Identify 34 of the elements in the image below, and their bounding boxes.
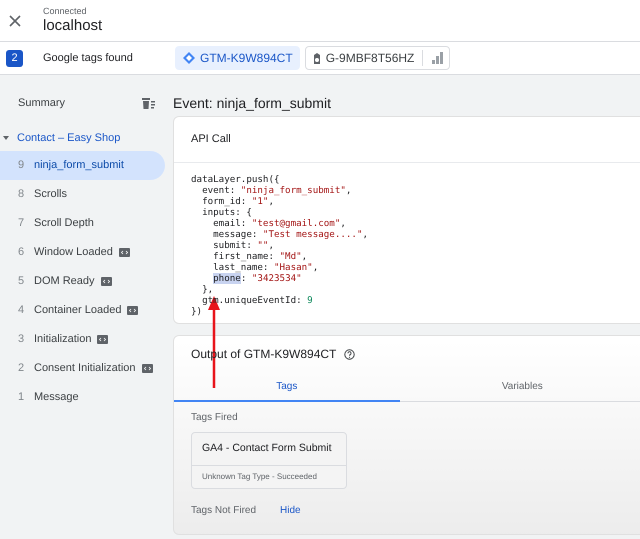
summary-link[interactable]: Summary bbox=[18, 94, 66, 112]
section-heading: Tags Fired bbox=[191, 411, 239, 425]
sidebar-item[interactable]: 6 Window Loaded bbox=[0, 238, 165, 267]
section-heading: Tags Not Fired bbox=[191, 504, 256, 518]
sidebar-item[interactable]: 8 Scrolls bbox=[0, 180, 165, 209]
diamond-icon bbox=[182, 51, 196, 65]
sidebar-item[interactable]: 7 Scroll Depth bbox=[0, 209, 165, 238]
tag-chip[interactable]: GTM-K9W894CT bbox=[175, 46, 300, 70]
tag-name: GA4 - Contact Form Submit bbox=[192, 433, 346, 466]
tag-icon bbox=[312, 52, 322, 64]
tag-chip[interactable]: G-9MBF8T56HZ bbox=[304, 46, 450, 70]
card-title: API Call bbox=[174, 117, 640, 162]
tab[interactable]: Variables bbox=[400, 372, 640, 402]
tag-status: Unknown Tag Type - Succeeded bbox=[201, 470, 318, 483]
hide-link[interactable]: Hide bbox=[280, 502, 301, 518]
sidebar-item[interactable]: 9 ninja_form_submit bbox=[0, 151, 165, 180]
tag-count: 2 bbox=[6, 50, 23, 66]
tags-found-label: Google tags found bbox=[43, 50, 134, 66]
host-name: localhost bbox=[43, 17, 102, 35]
bar-chart-icon bbox=[431, 51, 444, 65]
sidebar-item[interactable]: 1 Message bbox=[0, 383, 165, 412]
help-icon[interactable] bbox=[344, 348, 356, 360]
event-title: Event: ninja_form_submit bbox=[173, 94, 332, 111]
sidebar-item[interactable]: 3 Initialization bbox=[0, 325, 165, 354]
clear-list-icon[interactable] bbox=[142, 97, 155, 109]
close-icon[interactable] bbox=[9, 14, 21, 26]
fired-tag-card[interactable]: GA4 - Contact Form Submit Unknown Tag Type - Succeeded bbox=[191, 432, 347, 489]
caret-down-icon bbox=[2, 134, 10, 142]
sidebar-item[interactable]: 2 Consent Initialization bbox=[0, 354, 165, 383]
sidebar-item[interactable]: 5 DOM Ready bbox=[0, 267, 165, 296]
connection-status: Connected bbox=[43, 6, 88, 17]
group-header[interactable]: Contact – Easy Shop bbox=[0, 125, 165, 151]
sidebar-item[interactable]: 4 Container Loaded bbox=[0, 296, 165, 325]
tab[interactable]: Tags bbox=[174, 372, 400, 402]
